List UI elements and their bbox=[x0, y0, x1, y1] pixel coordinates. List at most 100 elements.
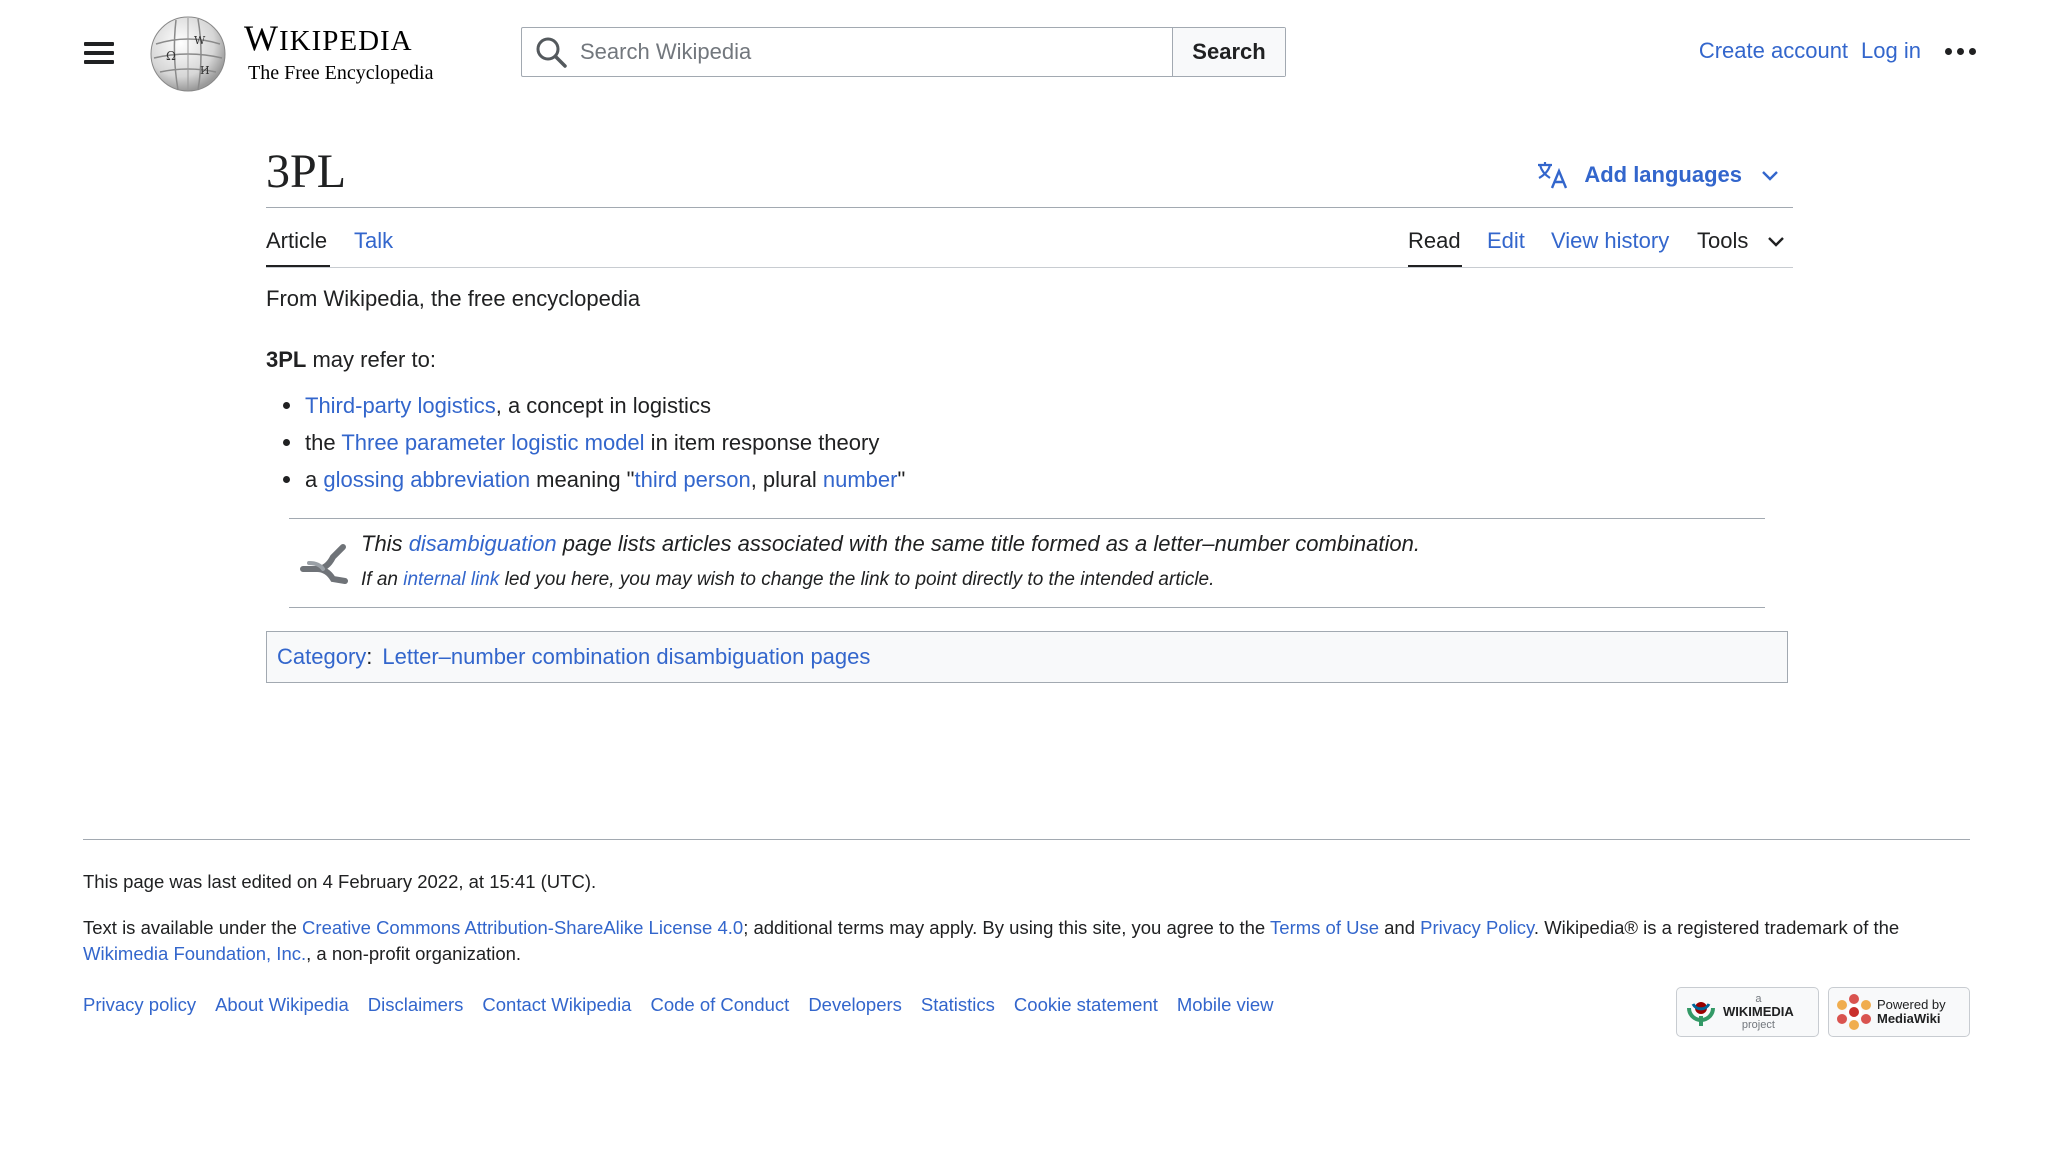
bullet-dot bbox=[283, 401, 290, 409]
tools-menu[interactable]: Tools bbox=[1697, 228, 1786, 268]
wordmark-tagline: The Free Encyclopedia bbox=[248, 62, 434, 84]
footer-link-contact[interactable]: Contact Wikipedia bbox=[482, 994, 631, 1016]
search-icon bbox=[536, 37, 567, 68]
mediawiki-flower-icon bbox=[1837, 994, 1871, 1030]
tab-edit[interactable]: Edit bbox=[1487, 228, 1525, 268]
footer-link-about[interactable]: About Wikipedia bbox=[215, 994, 349, 1016]
category-separator: : bbox=[366, 644, 373, 669]
intro-text: may refer to: bbox=[306, 347, 436, 372]
menu-bar bbox=[84, 51, 114, 55]
more-options-icon[interactable] bbox=[1945, 47, 1976, 55]
tools-label: Tools bbox=[1697, 228, 1749, 253]
item-text: " bbox=[897, 467, 906, 492]
third-person-link[interactable]: third person bbox=[635, 467, 751, 492]
search-field[interactable] bbox=[522, 28, 1172, 76]
badge-line-2: MediaWiki bbox=[1877, 1011, 1941, 1026]
footer-divider bbox=[83, 839, 1970, 840]
notice-text: This bbox=[361, 531, 409, 556]
three-parameter-logistic-model-link[interactable]: Three parameter logistic model bbox=[341, 430, 644, 455]
license-part: , a non-profit organization. bbox=[306, 943, 522, 964]
item-text: , plural bbox=[750, 467, 823, 492]
page-title: 3PL bbox=[266, 145, 347, 198]
license-part: . Wikipedia® is a registered trademark o… bbox=[1533, 917, 1900, 938]
wordmark-initial: W bbox=[244, 18, 279, 58]
main-menu-button[interactable] bbox=[84, 38, 114, 68]
item-text: in item response theory bbox=[644, 430, 880, 455]
item-text: the bbox=[305, 430, 342, 455]
create-account-link[interactable]: Create account bbox=[1699, 38, 1848, 64]
title-divider bbox=[266, 207, 1793, 208]
footer-link-cookie-statement[interactable]: Cookie statement bbox=[1014, 994, 1158, 1016]
footer-link-code-of-conduct[interactable]: Code of Conduct bbox=[650, 994, 789, 1016]
powered-by-mediawiki-badge[interactable]: Powered by MediaWiki bbox=[1828, 987, 1970, 1037]
wikipedia-globe-logo[interactable]: Ω W И bbox=[146, 14, 230, 94]
glossing-abbreviation-link[interactable]: glossing abbreviation bbox=[323, 467, 530, 492]
menu-bar bbox=[84, 60, 114, 64]
license-part: Text is available under the bbox=[83, 917, 303, 938]
badge-sub-text: project bbox=[1741, 1019, 1775, 1031]
site-tagline: From Wikipedia, the free encyclopedia bbox=[266, 286, 641, 311]
footer-link-mobile-view[interactable]: Mobile view bbox=[1177, 994, 1274, 1016]
item-text: a bbox=[305, 467, 324, 492]
chevron-down-icon bbox=[1768, 237, 1785, 247]
search-input[interactable] bbox=[578, 38, 1142, 66]
search-button[interactable]: Search bbox=[1172, 28, 1285, 76]
disambiguation-line-2: If an internal link led you here, you ma… bbox=[361, 569, 1214, 591]
add-languages-button[interactable]: Add languages bbox=[1536, 160, 1794, 190]
item-text: , a concept in logistics bbox=[495, 393, 711, 418]
svg-text:И: И bbox=[200, 64, 210, 77]
intro-term: 3PL bbox=[266, 347, 307, 372]
license-part: and bbox=[1379, 917, 1421, 938]
wordmark-title: WIKIPEDIA bbox=[244, 18, 433, 61]
wikimedia-logo-icon bbox=[1687, 1002, 1715, 1026]
chevron-down-icon bbox=[1762, 171, 1778, 181]
language-icon bbox=[1538, 162, 1568, 189]
terms-of-use-link[interactable]: Terms of Use bbox=[1270, 917, 1379, 938]
bullet-dot bbox=[283, 438, 290, 446]
list-item: Third-party logistics, a concept in logi… bbox=[283, 392, 711, 420]
user-navigation: Create account Log in bbox=[1686, 38, 1976, 64]
footer-link-privacy-policy[interactable]: Privacy policy bbox=[83, 994, 196, 1016]
tabs-divider bbox=[266, 267, 1793, 268]
tab-talk[interactable]: Talk bbox=[354, 228, 393, 268]
last-edited: This page was last edited on 4 February … bbox=[83, 871, 597, 892]
footer-link-developers[interactable]: Developers bbox=[808, 994, 902, 1016]
number-link[interactable]: number bbox=[823, 467, 898, 492]
search-box: Search bbox=[521, 27, 1286, 77]
tab-read[interactable]: Read bbox=[1408, 228, 1462, 268]
internal-link-link[interactable]: internal link bbox=[403, 569, 499, 590]
menu-bar bbox=[84, 42, 114, 46]
license-text: Text is available under the Creative Com… bbox=[83, 915, 1970, 967]
category-box: Category: Letter–number combination disam… bbox=[266, 631, 1788, 683]
disambiguation-icon bbox=[299, 541, 351, 592]
cc-license-link[interactable]: Creative Commons Attribution-ShareAlike … bbox=[302, 917, 743, 938]
disambiguation-link[interactable]: disambiguation bbox=[409, 531, 557, 556]
privacy-policy-link[interactable]: Privacy Policy bbox=[1420, 917, 1534, 938]
footer-link-statistics[interactable]: Statistics bbox=[921, 994, 995, 1016]
footer-link-disclaimers[interactable]: Disclaimers bbox=[368, 994, 464, 1016]
third-party-logistics-link[interactable]: Third-party logistics bbox=[305, 393, 496, 418]
bullet-dot bbox=[283, 475, 290, 483]
wikimedia-foundation-link[interactable]: Wikimedia Foundation, Inc. bbox=[83, 943, 306, 964]
log-in-link[interactable]: Log in bbox=[1861, 38, 1921, 64]
notice-text: led you here, you may wish to change the… bbox=[499, 569, 1215, 590]
license-part: ; additional terms may apply. By using t… bbox=[743, 917, 1271, 938]
svg-text:Ω: Ω bbox=[166, 49, 176, 63]
category-link[interactable]: Letter–number combination disambiguation… bbox=[382, 644, 870, 670]
svg-text:W: W bbox=[194, 34, 206, 47]
tab-article[interactable]: Article bbox=[266, 228, 330, 268]
tab-view-history[interactable]: View history bbox=[1551, 228, 1669, 268]
list-item: a glossing abbreviation meaning "third p… bbox=[283, 466, 905, 494]
wikipedia-wordmark[interactable]: WIKIPEDIA The Free Encyclopedia bbox=[244, 18, 433, 85]
badge-main-text: WIKIMEDIA bbox=[1723, 1004, 1794, 1019]
category-label-link[interactable]: Category bbox=[277, 644, 366, 670]
disambiguation-notice: This disambiguation page lists articles … bbox=[289, 518, 1765, 608]
notice-text: If an bbox=[361, 569, 404, 590]
disambiguation-line-1: This disambiguation page lists articles … bbox=[361, 531, 1420, 557]
wikimedia-project-badge[interactable]: a WIKIMEDIA project bbox=[1676, 987, 1819, 1037]
intro-paragraph: 3PL may refer to: bbox=[266, 346, 436, 374]
notice-text: page lists articles associated with the … bbox=[556, 531, 1420, 556]
list-item: the Three parameter logistic model in it… bbox=[283, 429, 879, 457]
wordmark-rest: IKIPEDIA bbox=[278, 25, 413, 57]
footer-links: Privacy policy About Wikipedia Disclaime… bbox=[83, 994, 1293, 1016]
